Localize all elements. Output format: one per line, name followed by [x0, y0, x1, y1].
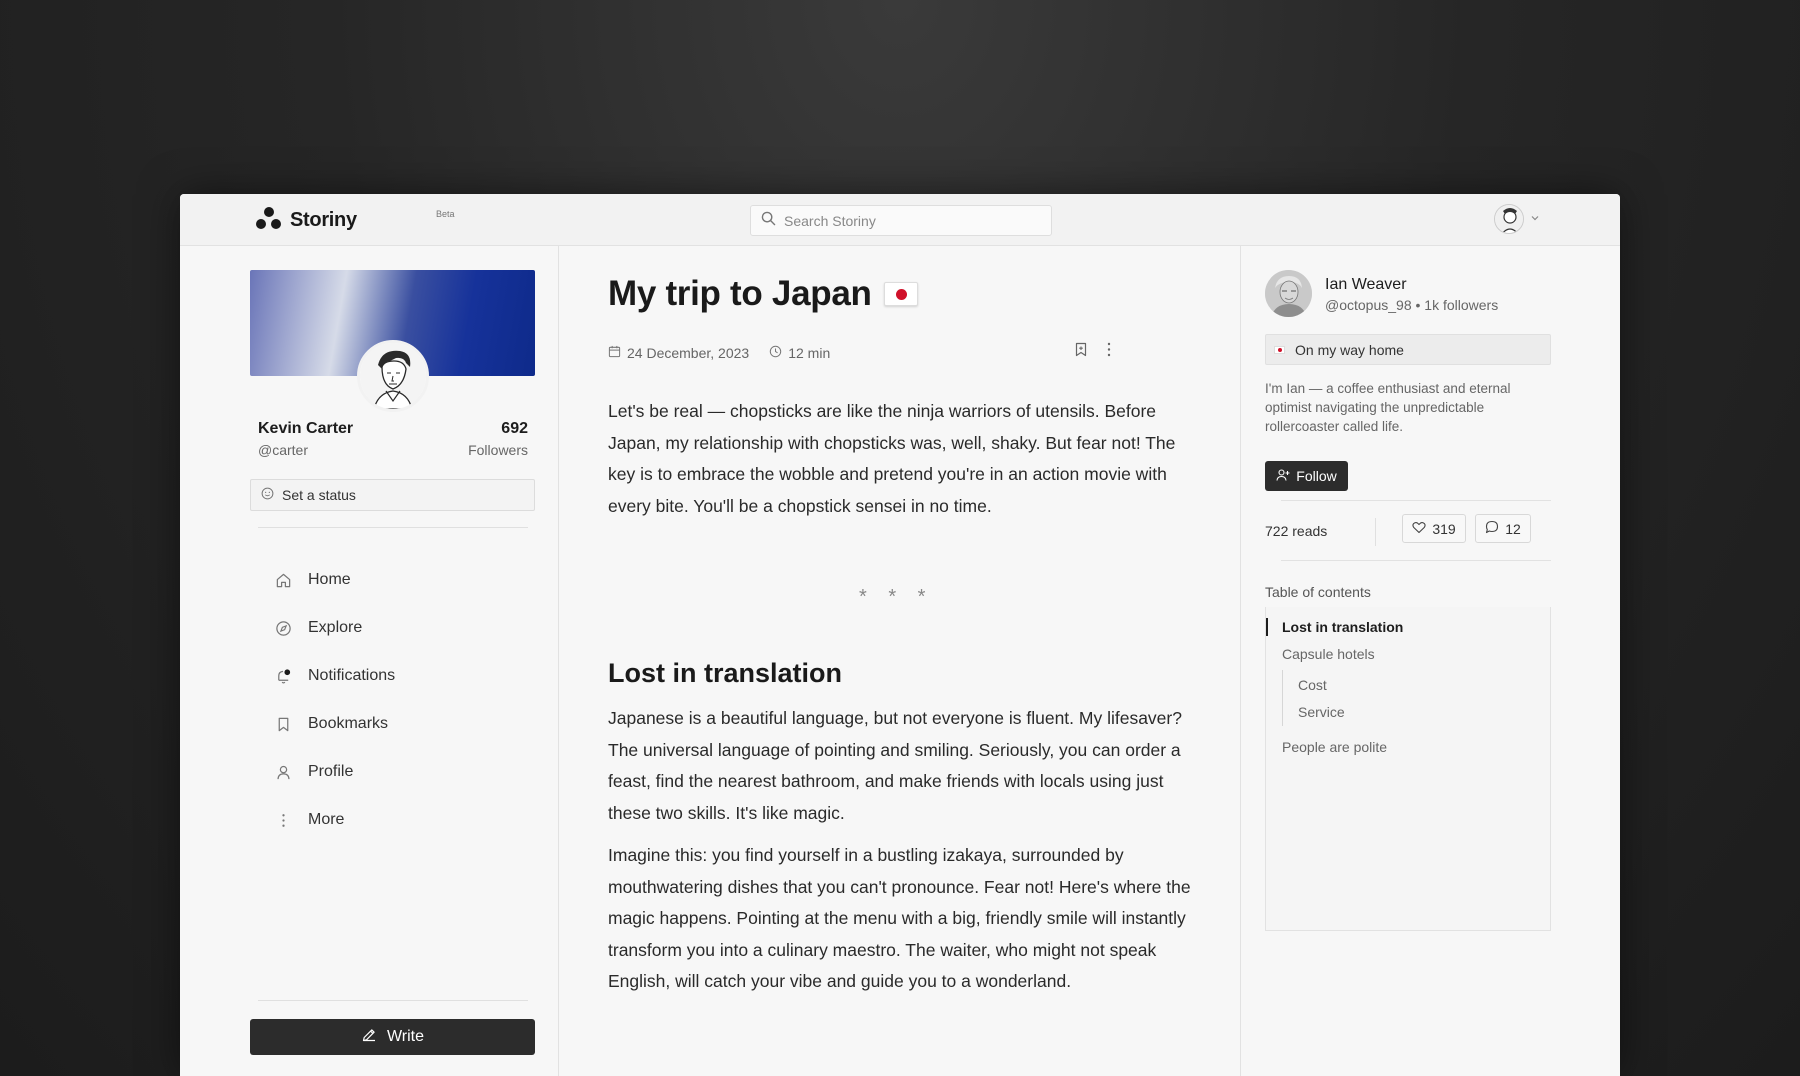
stats-separator: [1375, 518, 1376, 546]
comment-button[interactable]: 12: [1475, 514, 1531, 543]
main-nav: Home Explore Notifications Bookmarks Pro…: [274, 556, 395, 844]
author-name[interactable]: Ian Weaver: [1325, 276, 1407, 294]
profile-name: Kevin Carter: [258, 420, 354, 437]
beta-badge: Beta: [436, 209, 455, 219]
user-plus-icon: [1276, 468, 1290, 485]
follow-label: Follow: [1296, 468, 1337, 484]
nav-label-notifications: Notifications: [308, 667, 396, 684]
article-meta: 24 December, 2023 12 min: [608, 345, 830, 361]
toc-item-cost[interactable]: Cost: [1298, 677, 1327, 693]
toc-active-indicator: [1266, 618, 1268, 636]
smiley-icon: [261, 487, 274, 503]
section-separator: * * *: [859, 586, 934, 608]
chevron-down-icon[interactable]: [1530, 210, 1540, 228]
search-input[interactable]: [784, 212, 1034, 229]
left-sidebar: Kevin Carter @carter 692 Followers Set a…: [180, 246, 559, 1076]
more-options-icon[interactable]: [1106, 342, 1112, 362]
profile-avatar[interactable]: [357, 340, 429, 412]
storiny-logo-icon: [256, 206, 282, 235]
japan-flag-icon: [883, 282, 918, 306]
nav-label-more: More: [308, 811, 345, 828]
brand-logo[interactable]: Storiny Beta: [256, 206, 455, 235]
comment-icon: [1485, 520, 1499, 537]
followers-label: Followers: [468, 442, 528, 458]
brand-name: Storiny: [290, 208, 357, 231]
user-avatar[interactable]: [1494, 204, 1524, 234]
nav-label-bookmarks: Bookmarks: [308, 715, 389, 732]
divider: [258, 527, 528, 528]
author-status-text: On my way home: [1295, 341, 1404, 358]
bell-icon: [274, 667, 292, 685]
followers-count: 692: [501, 420, 528, 437]
set-status-button[interactable]: Set a status: [250, 479, 535, 511]
article-paragraph-1: Japanese is a beautiful language, but no…: [608, 708, 1182, 823]
more-vertical-icon: [274, 811, 292, 829]
author-status: On my way home: [1265, 334, 1551, 365]
nav-label-profile: Profile: [308, 763, 354, 780]
article-date: 24 December, 2023: [627, 345, 750, 361]
status-placeholder: Set a status: [282, 487, 356, 503]
nav-item-more[interactable]: More: [274, 796, 395, 844]
nav-label-home: Home: [308, 571, 351, 588]
bookmark-add-icon[interactable]: [1074, 342, 1088, 362]
write-button[interactable]: Write: [250, 1019, 535, 1055]
write-label: Write: [386, 1028, 425, 1045]
article-paragraph-2: Imagine this: you find yourself in a bus…: [608, 845, 1191, 991]
nav-item-home[interactable]: Home: [274, 556, 395, 604]
toc-item-people-are-polite[interactable]: People are polite: [1282, 739, 1387, 755]
nav-label-explore: Explore: [308, 619, 363, 636]
follow-button[interactable]: Follow: [1265, 461, 1348, 491]
nav-item-profile[interactable]: Profile: [274, 748, 395, 796]
japan-flag-icon: [1274, 345, 1285, 354]
article-title: My trip to Japan: [608, 274, 918, 314]
toc-item-capsule-hotels[interactable]: Capsule hotels: [1282, 646, 1375, 662]
user-icon: [274, 763, 292, 781]
search-icon: [761, 211, 776, 231]
home-icon: [274, 571, 292, 589]
app-window: Storiny Beta Search Storiny Kevin Carter…: [180, 194, 1620, 1076]
user-menu[interactable]: [1494, 204, 1540, 234]
heart-icon: [1412, 521, 1426, 537]
article-intro: Let's be real — chopsticks are like the …: [608, 401, 1176, 516]
top-bar: Storiny Beta: [180, 194, 1620, 246]
article-actions: [1074, 342, 1112, 362]
toc-item-service[interactable]: Service: [1298, 704, 1345, 720]
toc-nesting-line: [1282, 670, 1283, 726]
pencil-icon: [361, 1027, 377, 1048]
author-bio: I'm Ian — a coffee enthusiast and eterna…: [1265, 381, 1511, 434]
divider: [1281, 560, 1551, 561]
reads-count: 722 reads: [1265, 523, 1328, 539]
article-title-text: My trip to Japan: [608, 274, 872, 313]
author-meta: @octopus_98 • 1k followers: [1325, 297, 1499, 313]
article-read-time: 12 min: [788, 345, 831, 361]
profile-handle: @carter: [258, 442, 308, 458]
calendar-icon: [608, 345, 621, 361]
nav-item-explore[interactable]: Explore: [274, 604, 395, 652]
bookmark-icon: [274, 715, 292, 733]
author-avatar[interactable]: [1265, 270, 1312, 317]
article-column: My trip to Japan 24 December, 2023 12 mi…: [559, 246, 1240, 1076]
likes-count: 319: [1432, 520, 1456, 537]
clock-icon: [769, 345, 782, 361]
right-sidebar: Ian Weaver @octopus_98 • 1k followers On…: [1240, 246, 1620, 1076]
toc-title: Table of contents: [1265, 584, 1371, 600]
section-heading: Lost in translation: [608, 658, 843, 688]
table-of-contents: Lost in translation Capsule hotels Cost …: [1265, 607, 1551, 931]
nav-item-notifications[interactable]: Notifications: [274, 652, 395, 700]
comments-count: 12: [1505, 520, 1521, 537]
nav-item-bookmarks[interactable]: Bookmarks: [274, 700, 395, 748]
compass-icon: [274, 619, 292, 637]
divider: [1281, 500, 1551, 501]
search-bar[interactable]: [750, 205, 1052, 236]
like-button[interactable]: 319: [1402, 514, 1466, 543]
divider: [258, 1000, 528, 1001]
toc-item-lost-in-translation[interactable]: Lost in translation: [1282, 619, 1403, 635]
